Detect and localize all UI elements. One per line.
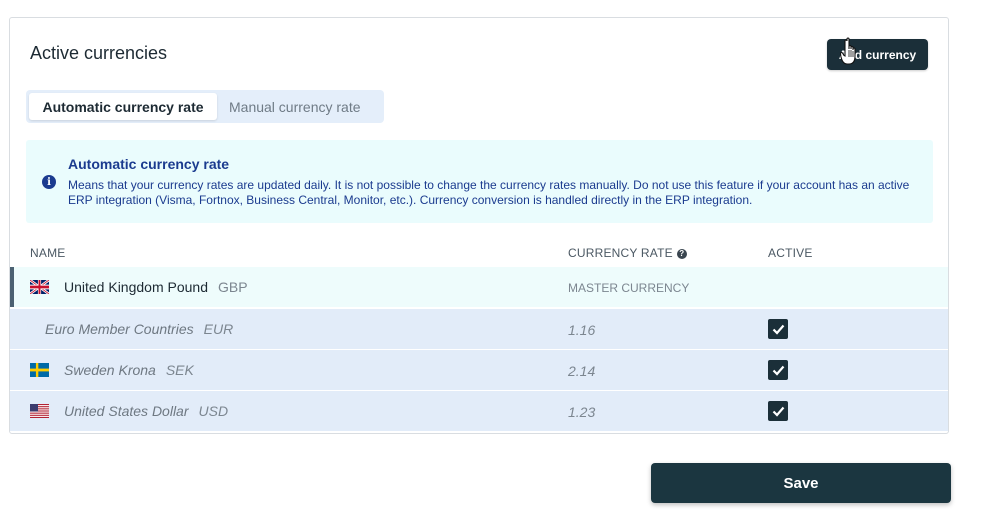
info-banner: i Automatic currency rate Means that you… [26,140,933,223]
currency-name-label: Sweden Krona [64,362,156,378]
save-button[interactable]: Save [651,463,951,503]
tab-automatic-currency-rate[interactable]: Automatic currency rate [29,93,217,120]
info-title: Automatic currency rate [68,156,230,172]
table-row: United States Dollar USD 1.23 [10,391,948,431]
currency-code: EUR [203,321,234,337]
us-flag-icon [30,404,49,418]
rate-mode-tabs: Automatic currency rate Manual currency … [26,90,384,123]
active-currencies-card: Active currencies Add currency Automatic… [9,17,949,434]
uk-flag-icon [30,280,49,294]
currency-rate: 1.23 [568,404,596,420]
currency-code: GBP [218,279,248,295]
column-header-active: ACTIVE [768,246,813,260]
sweden-flag-icon [30,363,49,377]
currency-rate: 1.16 [568,322,596,338]
checkmark-icon [772,324,784,335]
currency-name: United States Dollar USD [64,403,228,419]
currency-name: Sweden Krona SEK [64,362,194,378]
currency-name-label: United States Dollar [64,403,189,419]
currency-name: United Kingdom Pound GBP [64,279,248,295]
active-checkbox[interactable] [768,319,788,339]
table-row: Euro Member Countries EUR 1.16 [10,309,948,349]
table-row: United Kingdom Pound GBP MASTER CURRENCY [10,267,948,307]
table-row: Sweden Krona SEK 2.14 [10,350,948,390]
checkmark-icon [772,406,784,417]
active-checkbox[interactable] [768,360,788,380]
add-currency-button[interactable]: Add currency [827,39,928,70]
column-header-rate-label: CURRENCY RATE [568,246,673,260]
currency-name: Euro Member Countries EUR [45,321,233,337]
currency-code: SEK [165,362,194,378]
currency-name-label: Euro Member Countries [45,321,194,337]
currency-rate: 2.14 [568,363,596,379]
card-title: Active currencies [30,43,168,63]
currency-name-label: United Kingdom Pound [64,279,208,295]
column-header-name: NAME [30,246,66,260]
checkmark-icon [772,365,784,376]
tab-manual-currency-rate[interactable]: Manual currency rate [229,93,379,120]
active-checkbox[interactable] [768,401,788,421]
currency-code: USD [198,403,229,419]
info-icon: i [42,175,56,189]
info-text: Means that your currency rates are updat… [68,178,910,207]
help-icon[interactable]: ? [676,248,687,259]
column-header-currency-rate: CURRENCY RATE? [568,246,687,260]
master-currency-label: MASTER CURRENCY [568,281,690,295]
row-accent [10,267,14,307]
